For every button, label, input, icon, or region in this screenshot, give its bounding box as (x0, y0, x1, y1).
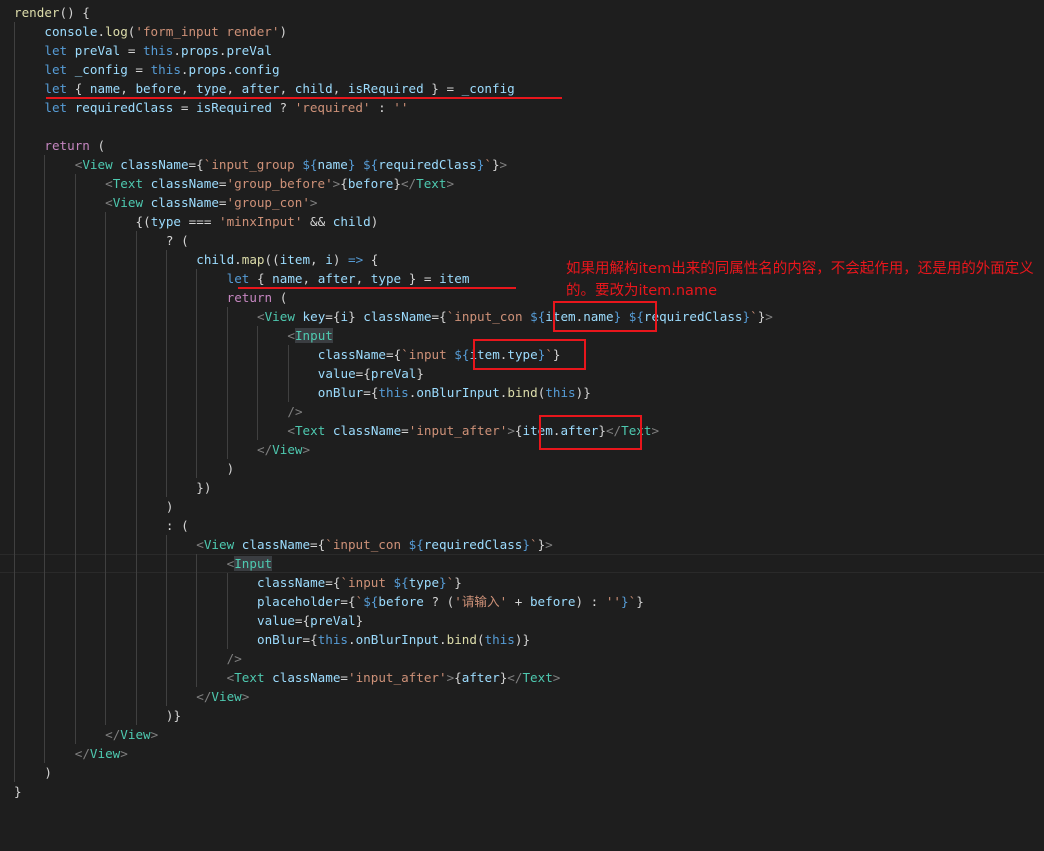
code-line[interactable]: ? ( (14, 231, 189, 250)
highlight-box-item-after (539, 415, 642, 450)
code-line[interactable]: ) (14, 459, 235, 478)
code-line[interactable]: </View> (14, 744, 128, 763)
code-line[interactable]: <View key={i} className={`input_con ${it… (14, 307, 773, 326)
code-line[interactable]: className={`input ${type}`} (14, 573, 462, 592)
code-line[interactable]: let preVal = this.props.preVal (14, 41, 272, 60)
code-line[interactable]: let { name, after, type } = item (14, 269, 470, 288)
code-line[interactable]: <View className='group_con'> (14, 193, 317, 212)
code-line[interactable]: return ( (14, 288, 288, 307)
code-line[interactable]: console.log('form_input render') (14, 22, 287, 41)
code-line[interactable]: {(type === 'minxInput' && child) (14, 212, 379, 231)
code-line[interactable]: value={preVal} (14, 611, 363, 630)
destructure-underline-top (46, 97, 562, 99)
code-line[interactable]: return ( (14, 136, 105, 155)
code-line[interactable]: }) (14, 478, 211, 497)
code-editor[interactable]: render() { console.log('form_input rende… (0, 0, 1044, 851)
code-line[interactable]: <Input (14, 326, 333, 345)
code-line[interactable]: /> (14, 649, 242, 668)
highlight-box-item-type (473, 339, 586, 370)
code-line[interactable]: </View> (14, 687, 249, 706)
code-line[interactable]: let requiredClass = isRequired ? 'requir… (14, 98, 408, 117)
code-line[interactable]: <Text className='group_before'>{before}<… (14, 174, 454, 193)
code-line[interactable]: ) (14, 497, 174, 516)
code-line[interactable]: <Input (14, 554, 273, 573)
code-line[interactable]: </View> (14, 725, 158, 744)
code-line[interactable]: )} (14, 706, 181, 725)
code-line[interactable]: } (14, 782, 22, 801)
code-line[interactable]: <View className={`input_group ${name} ${… (14, 155, 507, 174)
code-line[interactable]: child.map((item, i) => { (14, 250, 378, 269)
code-line[interactable]: let _config = this.props.config (14, 60, 279, 79)
code-line[interactable]: ) (14, 763, 52, 782)
highlight-box-item-name (553, 301, 657, 332)
code-line[interactable]: <Text className='input_after'>{after}</T… (14, 668, 561, 687)
annotation-note: 如果用解构item出来的同属性名的内容，不会起作用，还是用的外面定义的。要改为i… (566, 261, 1034, 299)
code-line[interactable]: </View> (14, 440, 310, 459)
code-line[interactable]: <View className={`input_con ${requiredCl… (14, 535, 553, 554)
code-line[interactable]: render() { (14, 3, 90, 22)
code-line[interactable]: placeholder={`${before ? ('请输入' + before… (14, 592, 644, 611)
code-line[interactable]: let { name, before, type, after, child, … (14, 79, 514, 98)
code-line[interactable]: onBlur={this.onBlurInput.bind(this)} (14, 383, 591, 402)
code-line[interactable]: onBlur={this.onBlurInput.bind(this)} (14, 630, 530, 649)
code-line[interactable]: value={preVal} (14, 364, 424, 383)
destructure-underline-item (238, 287, 516, 289)
code-line[interactable]: /> (14, 402, 302, 421)
code-line[interactable]: : ( (14, 516, 189, 535)
